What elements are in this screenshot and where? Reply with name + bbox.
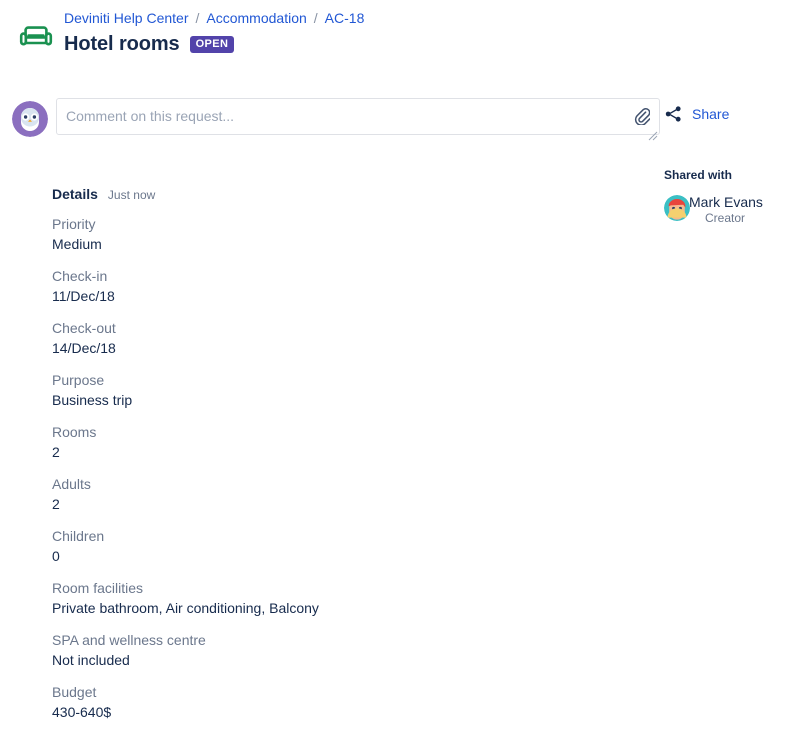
field-value: 11/Dec/18: [52, 288, 115, 304]
details-header: Details Just now: [52, 186, 472, 202]
right-sidebar: Share Shared with Mark Evans Creator: [664, 105, 787, 226]
page-header: Deviniti Help Center / Accommodation / AC-18…: [0, 0, 787, 56]
field-room-facilities: Room facilities Private bathroom, Air co…: [52, 578, 472, 618]
owl-avatar: [12, 101, 48, 137]
breadcrumb-item-help-center[interactable]: Deviniti Help Center: [64, 10, 189, 26]
textarea-resize-handle[interactable]: [648, 128, 658, 141]
field-label: Purpose: [52, 372, 105, 388]
person-role: Creator: [705, 211, 746, 225]
field-adults: Adults 2: [52, 474, 472, 514]
field-value: 2: [52, 444, 60, 460]
person-avatar: [664, 195, 690, 221]
breadcrumb-separator: /: [195, 10, 200, 26]
field-label: Rooms: [52, 424, 97, 440]
field-check-in: Check-in 11/Dec/18: [52, 266, 472, 306]
field-value: Private bathroom, Air conditioning, Balc…: [52, 600, 319, 616]
shared-with-person[interactable]: Mark Evans Creator: [664, 194, 787, 226]
share-icon: [664, 105, 682, 123]
field-value: Not included: [52, 652, 130, 668]
page-title: Hotel rooms: [64, 33, 180, 55]
field-check-out: Check-out 14/Dec/18: [52, 318, 472, 358]
field-priority: Priority Medium: [52, 214, 472, 254]
details-timestamp: Just now: [107, 188, 156, 202]
field-value: 0: [52, 548, 60, 564]
share-button[interactable]: Share: [664, 105, 787, 123]
sofa-icon: [18, 18, 54, 54]
field-value: Medium: [52, 236, 102, 252]
field-label: SPA and wellness centre: [52, 632, 206, 648]
field-label: Room facilities: [52, 580, 144, 596]
field-value: Business trip: [52, 392, 133, 408]
breadcrumb: Deviniti Help Center / Accommodation / AC-18: [64, 8, 364, 27]
field-label: Budget: [52, 684, 97, 700]
field-spa-wellness: SPA and wellness centre Not included: [52, 630, 472, 670]
field-value: 430-640$: [52, 704, 112, 720]
field-label: Priority: [52, 216, 96, 232]
details-heading: Details: [52, 186, 98, 202]
field-label: Check-out: [52, 320, 116, 336]
field-value: 14/Dec/18: [52, 340, 116, 356]
status-badge: OPEN: [189, 36, 235, 53]
field-children: Children 0: [52, 526, 472, 566]
breadcrumb-item-issue-key[interactable]: AC-18: [325, 10, 365, 26]
field-value: 2: [52, 496, 60, 512]
field-label: Children: [52, 528, 105, 544]
details-panel: Details Just now Priority Medium Check-i…: [52, 186, 472, 734]
field-label: Adults: [52, 476, 91, 492]
shared-with-heading: Shared with: [664, 168, 733, 182]
breadcrumb-item-accommodation[interactable]: Accommodation: [206, 10, 306, 26]
share-label: Share: [692, 106, 730, 122]
field-purpose: Purpose Business trip: [52, 370, 472, 410]
field-label: Check-in: [52, 268, 108, 284]
breadcrumb-separator: /: [313, 10, 318, 26]
field-rooms: Rooms 2: [52, 422, 472, 462]
comment-input[interactable]: [56, 98, 660, 135]
comment-section: [0, 98, 660, 141]
person-name: Mark Evans: [689, 194, 763, 210]
field-budget: Budget 430-640$: [52, 682, 472, 722]
paperclip-icon[interactable]: [634, 107, 651, 126]
